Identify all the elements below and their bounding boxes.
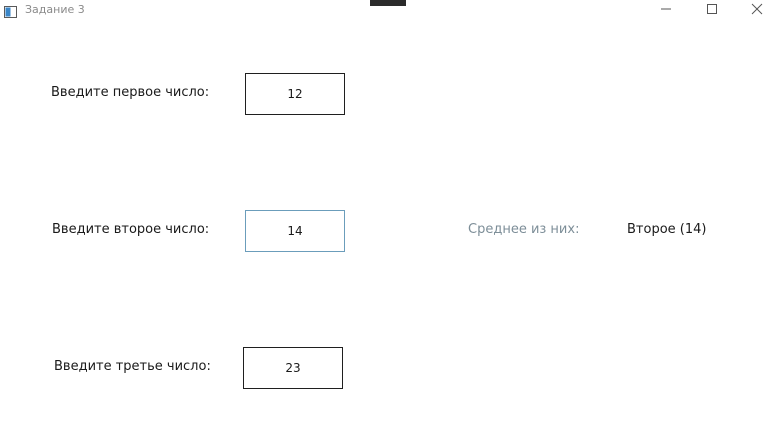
first-number-label: Введите первое число: (51, 85, 210, 100)
third-number-field[interactable]: 23 (243, 347, 343, 389)
title-bar-handle (370, 0, 406, 6)
average-label: Среднее из них: (468, 222, 580, 237)
first-number-field[interactable]: 12 (245, 73, 345, 115)
minimize-button[interactable] (643, 0, 689, 20)
second-number-field[interactable]: 14 (245, 210, 345, 252)
app-window-icon (4, 3, 17, 18)
average-result: Второе (14) (627, 222, 707, 237)
window-title: Задание 3 (25, 3, 85, 16)
third-number-label: Введите третье число: (54, 359, 211, 374)
close-button[interactable] (734, 0, 776, 20)
app-window: Задание 3 Введите первое число: 12 Введи… (0, 0, 776, 430)
second-number-label: Введите второе число: (52, 222, 210, 237)
title-bar[interactable]: Задание 3 (0, 0, 776, 20)
maximize-button[interactable] (689, 0, 735, 20)
